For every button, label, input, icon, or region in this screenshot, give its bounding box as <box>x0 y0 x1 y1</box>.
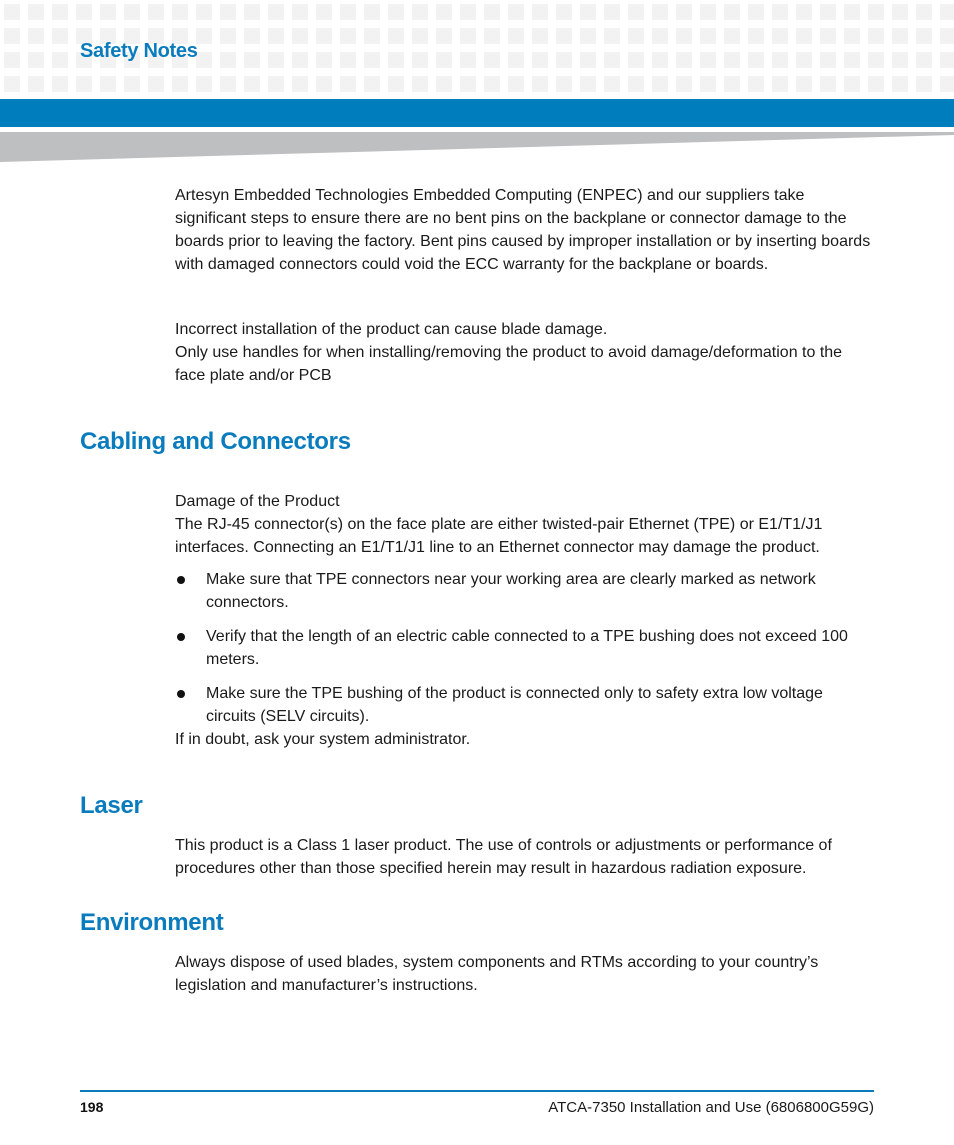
cabling-section-body: Damage of the Product The RJ-45 connecto… <box>175 490 875 751</box>
environment-section-body: Always dispose of used blades, system co… <box>175 951 875 997</box>
page-number: 198 <box>80 1099 104 1115</box>
laser-text: This product is a Class 1 laser product.… <box>175 837 832 877</box>
installation-note-line2: Only use handles for when installing/rem… <box>175 344 843 384</box>
header-grid-top-margin <box>0 0 954 4</box>
cabling-closing: If in doubt, ask your system administrat… <box>175 731 471 748</box>
gray-wedge-shape <box>0 132 954 162</box>
running-header-title: Safety Notes <box>80 40 198 62</box>
bullet-icon <box>177 633 185 641</box>
list-item-text: Make sure that TPE connectors near your … <box>206 571 816 611</box>
header-blue-bar <box>0 99 954 127</box>
bullet-icon <box>177 576 185 584</box>
installation-note-line1: Incorrect installation of the product ca… <box>175 321 608 338</box>
cabling-text: The RJ-45 connector(s) on the face plate… <box>175 516 823 556</box>
heading-laser: Laser <box>80 792 143 819</box>
list-item-text: Make sure the TPE bushing of the product… <box>206 685 823 725</box>
header-gray-wedge <box>0 132 954 162</box>
list-item: Make sure that TPE connectors near your … <box>175 568 875 614</box>
heading-environment: Environment <box>80 909 224 936</box>
list-item: Make sure the TPE bushing of the product… <box>175 682 875 728</box>
cabling-lead: Damage of the Product <box>175 493 340 510</box>
laser-section-body: This product is a Class 1 laser product.… <box>175 834 875 880</box>
intro-paragraph: Artesyn Embedded Technologies Embedded C… <box>175 184 875 276</box>
footer-divider <box>80 1090 874 1092</box>
list-item: Verify that the length of an electric ca… <box>175 625 875 671</box>
environment-text: Always dispose of used blades, system co… <box>175 954 819 994</box>
list-item-text: Verify that the length of an electric ca… <box>206 628 848 668</box>
heading-cabling-and-connectors: Cabling and Connectors <box>80 428 351 455</box>
cabling-bullet-list: Make sure that TPE connectors near your … <box>175 568 875 728</box>
intro-paragraph-text: Artesyn Embedded Technologies Embedded C… <box>175 187 871 273</box>
footer-document-title: ATCA-7350 Installation and Use (6806800G… <box>548 1099 874 1116</box>
bullet-icon <box>177 690 185 698</box>
installation-note: Incorrect installation of the product ca… <box>175 318 875 387</box>
